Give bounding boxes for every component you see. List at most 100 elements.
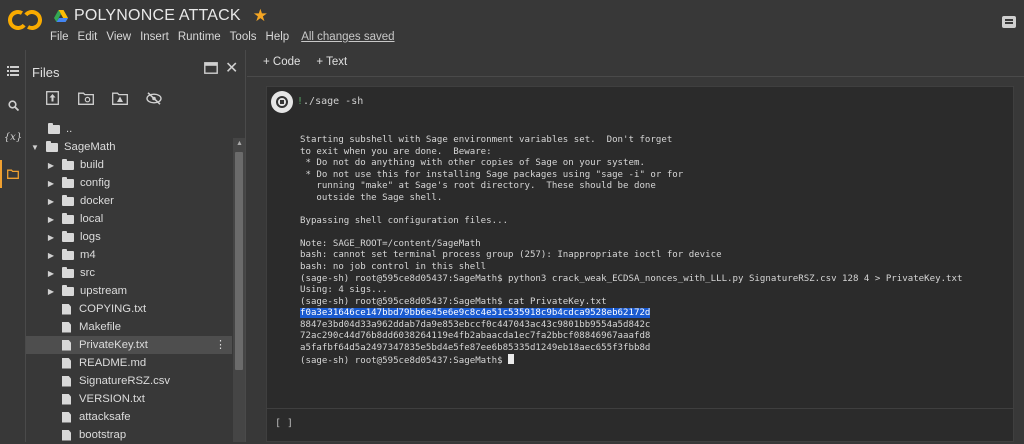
add-text-button[interactable]: + Text — [316, 56, 347, 68]
folder-icon — [62, 194, 74, 206]
caret-right-icon[interactable]: ▶ — [46, 269, 56, 278]
file-item[interactable]: bootstrap — [26, 426, 232, 444]
menu-icon[interactable] — [0, 58, 26, 84]
prompt-text: (sage-sh) root@595ce8d05437:SageMath$ — [300, 356, 509, 367]
output-line-selected: f0a3e31646ce147bbd79bb6e45e6e9c8c4e51c53… — [300, 308, 1010, 320]
file-name: m4 — [80, 249, 96, 261]
file-name: bootstrap — [79, 429, 127, 441]
files-scrollbar[interactable]: ▲ — [233, 138, 245, 442]
output-line: bash: cannot set terminal process group … — [300, 250, 722, 261]
file-name: .. — [66, 123, 73, 135]
upload-icon[interactable] — [42, 90, 62, 106]
refresh-folder-icon[interactable] — [76, 90, 96, 106]
file-item[interactable]: attacksafe — [26, 408, 232, 426]
folder-icon — [62, 266, 74, 278]
caret-right-icon[interactable]: ▶ — [46, 215, 56, 224]
file-item[interactable]: PrivateKey.txt ⋮ — [26, 336, 232, 354]
new-window-icon[interactable] — [204, 61, 218, 77]
caret-right-icon[interactable]: ▶ — [46, 287, 56, 296]
more-options-icon[interactable]: ⋮ — [215, 338, 226, 351]
close-icon[interactable]: ✕ — [225, 58, 238, 78]
output-line: outside the Sage shell. — [300, 192, 443, 203]
menu-item-view[interactable]: View — [106, 31, 131, 43]
file-name: SignatureRSZ.csv — [79, 375, 171, 387]
menu-item-insert[interactable]: Insert — [140, 31, 169, 43]
folder-item[interactable]: ▶ src — [26, 264, 232, 282]
file-tree: .. ▼ SageMath ▶ build ▶ config ▶ docker ▶ local ▶ lo… — [26, 120, 232, 444]
file-item[interactable]: VERSION.txt — [26, 390, 232, 408]
menu-item-help[interactable]: Help — [266, 31, 290, 43]
folder-item[interactable]: .. — [26, 120, 232, 138]
save-status-link[interactable]: All changes saved — [301, 31, 394, 43]
caret-right-icon[interactable]: ▶ — [46, 197, 56, 206]
folder-icon — [62, 230, 74, 242]
menu-bar: File Edit View Insert Runtime Tools Help All ch… — [50, 31, 395, 43]
file-item[interactable]: COPYING.txt — [26, 300, 232, 318]
top-bar: POLYNONCE ATTACK ★ File Edit View Insert Run… — [0, 0, 1024, 50]
comment-icon[interactable] — [1002, 16, 1016, 28]
file-name: VERSION.txt — [79, 393, 145, 405]
folder-item[interactable]: ▶ m4 — [26, 246, 232, 264]
output-line: bash: no job control in this shell — [300, 262, 487, 273]
folder-icon[interactable] — [0, 161, 26, 187]
search-icon[interactable] — [0, 92, 26, 118]
empty-code-cell[interactable]: [ ] — [266, 408, 1014, 442]
drive-mount-icon[interactable] — [110, 90, 130, 106]
caret-down-icon[interactable]: ▼ — [30, 143, 40, 152]
cell-code[interactable]: !./sage -sh — [297, 96, 363, 107]
folder-item[interactable]: ▶ logs — [26, 228, 232, 246]
folder-item[interactable]: ▶ build — [26, 156, 232, 174]
file-name: build — [80, 159, 104, 171]
file-item[interactable]: README.md — [26, 354, 232, 372]
folder-item[interactable]: ▶ config — [26, 174, 232, 192]
file-name: src — [80, 267, 96, 279]
star-icon[interactable]: ★ — [253, 6, 268, 26]
folder-item[interactable]: ▶ docker — [26, 192, 232, 210]
file-icon — [62, 393, 71, 405]
menu-item-tools[interactable]: Tools — [230, 31, 257, 43]
file-icon — [62, 429, 71, 441]
divider — [247, 76, 1024, 77]
file-name: Makefile — [79, 321, 122, 333]
caret-right-icon[interactable]: ▶ — [46, 179, 56, 188]
caret-right-icon[interactable]: ▶ — [46, 161, 56, 170]
output-line: (sage-sh) root@595ce8d05437:SageMath$ py… — [300, 273, 963, 284]
add-code-button[interactable]: + Code — [263, 56, 300, 68]
file-item[interactable]: SignatureRSZ.csv — [26, 372, 232, 390]
empty-cell-label: [ ] — [275, 418, 294, 429]
file-item[interactable]: Makefile — [26, 318, 232, 336]
notebook-title[interactable]: POLYNONCE ATTACK — [74, 7, 241, 25]
menu-item-file[interactable]: File — [50, 31, 69, 43]
cell-output: Starting subshell with Sage environment … — [300, 135, 1010, 368]
file-icon — [62, 339, 71, 351]
files-title: Files — [32, 65, 60, 80]
scrollbar-thumb[interactable] — [235, 152, 243, 370]
output-line: Bypassing shell configuration files... — [300, 215, 509, 226]
folder-item[interactable]: ▶ upstream — [26, 282, 232, 300]
code-cell[interactable]: !./sage -sh Starting subshell with Sage … — [266, 86, 1014, 419]
selected-key-text[interactable]: f0a3e31646ce147bbd79bb6e45e6e9c8c4e51c53… — [300, 308, 651, 319]
scroll-up-icon[interactable]: ▲ — [236, 140, 243, 147]
prompt-line[interactable]: (sage-sh) root@595ce8d05437:SageMath$ — [300, 354, 1010, 368]
colab-logo[interactable] — [8, 8, 42, 32]
menu-item-runtime[interactable]: Runtime — [178, 31, 221, 43]
output-line: (sage-sh) root@595ce8d05437:SageMath$ ca… — [300, 296, 607, 307]
folder-icon — [46, 140, 58, 152]
file-icon — [62, 375, 71, 387]
files-panel: Files ✕ .. ▼ SageMath ▶ build ▶ config ▶ docker ▶… — [26, 50, 246, 442]
caret-right-icon[interactable]: ▶ — [46, 251, 56, 260]
menu-item-edit[interactable]: Edit — [78, 31, 98, 43]
folder-item[interactable]: ▼ SageMath — [26, 138, 232, 156]
run-cell-icon[interactable] — [271, 91, 293, 113]
caret-right-icon[interactable]: ▶ — [46, 233, 56, 242]
variables-icon[interactable]: {x} — [0, 124, 26, 150]
folder-item[interactable]: ▶ local — [26, 210, 232, 228]
file-name: attacksafe — [79, 411, 131, 423]
cell-code-text: ./sage -sh — [303, 96, 364, 107]
output-line: 72ac290c44d76b8dd6038264119e4fb2abaacda1… — [300, 331, 651, 342]
output-line: a5fafbf64d5a2497347835e5bd4e5fe87ee6b853… — [300, 342, 651, 353]
hide-icon[interactable] — [144, 90, 164, 106]
folder-icon — [62, 158, 74, 170]
folder-icon — [62, 284, 74, 296]
